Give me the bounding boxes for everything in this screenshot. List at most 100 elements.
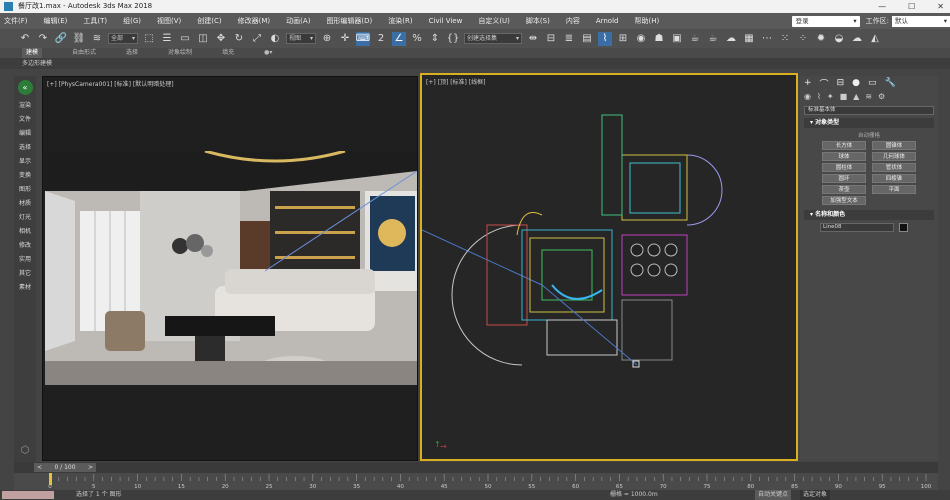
geosphere-button[interactable]: 几何球体 bbox=[872, 152, 916, 161]
hierarchy-tab-icon[interactable]: ⊟ bbox=[837, 78, 845, 88]
left-panel-lights[interactable]: 灯光 bbox=[19, 212, 31, 221]
keyboard-shortcut-override-icon[interactable]: ⌨ bbox=[356, 31, 370, 46]
menu-scripting[interactable]: 脚本(S) bbox=[526, 16, 550, 26]
time-slider[interactable]: 0 / 100 bbox=[34, 463, 96, 472]
utilities-tab-icon[interactable]: 🔧 bbox=[884, 78, 895, 88]
rendered-frame-window-icon[interactable]: ▣ bbox=[670, 32, 684, 46]
menu-animation[interactable]: 动画(A) bbox=[286, 16, 310, 26]
camera-viewport[interactable]: [+] [PhysCamera001] [标准] [默认明暗处理] bbox=[42, 76, 418, 461]
vray-icon[interactable]: ◭ bbox=[868, 32, 882, 46]
lights-icon[interactable]: ✦ bbox=[827, 92, 834, 101]
polygon-modeling-label[interactable]: 多边形建模 bbox=[22, 60, 52, 67]
named-selection-dropdown[interactable]: 创建选择集 bbox=[464, 33, 522, 44]
ribbon-tab-populate[interactable]: 填充 bbox=[222, 48, 234, 58]
torus-button[interactable]: 圆环 bbox=[822, 174, 866, 183]
menu-group[interactable]: 组(G) bbox=[123, 16, 141, 26]
menu-arnold[interactable]: Arnold bbox=[596, 17, 619, 25]
space-warps-icon[interactable]: ≋ bbox=[865, 92, 872, 101]
motion-tab-icon[interactable]: ● bbox=[852, 78, 860, 88]
left-panel-other[interactable]: 其它 bbox=[19, 268, 31, 277]
teapot-render-icon[interactable]: ◒ bbox=[832, 32, 846, 46]
rectangle-selection-icon[interactable]: ▭ bbox=[178, 32, 192, 46]
percent-snap-icon[interactable]: % bbox=[410, 32, 424, 46]
plugin-logo-icon[interactable]: « bbox=[17, 80, 33, 95]
plane-button[interactable]: 平面 bbox=[872, 185, 916, 194]
current-frame-marker[interactable] bbox=[49, 473, 52, 485]
left-panel-utility[interactable]: 实用 bbox=[19, 254, 31, 263]
modify-tab-icon[interactable]: ⌒ bbox=[820, 77, 829, 90]
name-color-rollout[interactable]: ▾ 名称和颜色 bbox=[804, 210, 934, 220]
toggle-ribbon-icon[interactable]: ▤ bbox=[580, 32, 594, 46]
maximize-button[interactable]: ☐ bbox=[908, 0, 915, 13]
ribbon-options-icon[interactable]: ●▾ bbox=[264, 48, 272, 58]
left-panel-render[interactable]: 渲染 bbox=[19, 100, 31, 109]
ribbon-tab-object-paint[interactable]: 对象绘制 bbox=[168, 48, 192, 58]
left-panel-camera[interactable]: 相机 bbox=[19, 226, 31, 235]
curve-editor-icon[interactable]: ⌇ bbox=[598, 31, 612, 46]
minimize-button[interactable]: — bbox=[878, 0, 886, 13]
shapes-icon[interactable]: ⌇ bbox=[817, 92, 821, 101]
global-illumination-icon[interactable]: ✹ bbox=[814, 32, 828, 46]
left-panel-edit[interactable]: 编辑 bbox=[19, 128, 31, 137]
menu-views[interactable]: 视图(V) bbox=[157, 16, 181, 26]
menu-modifiers[interactable]: 修改器(M) bbox=[238, 16, 271, 26]
render-in-cloud-icon[interactable]: ☁ bbox=[724, 32, 738, 46]
place-icon[interactable]: ◐ bbox=[268, 32, 282, 46]
settings-gear-icon[interactable]: ⬡ bbox=[21, 445, 30, 456]
spinner-snap-icon[interactable]: ⇕ bbox=[428, 32, 442, 46]
menu-civil-view[interactable]: Civil View bbox=[429, 17, 463, 25]
menu-edit[interactable]: 编辑(E) bbox=[44, 16, 68, 26]
create-tab-icon[interactable]: + bbox=[804, 78, 812, 88]
sphere-button[interactable]: 球体 bbox=[822, 152, 866, 161]
object-color-swatch[interactable] bbox=[899, 223, 908, 232]
geometry-icon[interactable]: ◉ bbox=[804, 92, 811, 101]
undo-icon[interactable]: ↶ bbox=[18, 32, 32, 46]
left-panel-file[interactable]: 文件 bbox=[19, 114, 31, 123]
dotted-selection-icon[interactable]: ⁘ bbox=[796, 32, 810, 46]
top-viewport[interactable]: [+] [顶] [标准] [线框] ↑ → bbox=[420, 73, 798, 461]
window-crossing-icon[interactable]: ◫ bbox=[196, 32, 210, 46]
a360-gallery-icon[interactable]: ▦ bbox=[742, 32, 756, 46]
teapot-button[interactable]: 茶壶 bbox=[822, 185, 866, 194]
object-name-input[interactable]: Line08 bbox=[820, 223, 894, 232]
redo-icon[interactable]: ↷ bbox=[36, 32, 50, 46]
close-button[interactable]: ✕ bbox=[937, 0, 944, 13]
selection-filter-dropdown[interactable]: 全部 bbox=[108, 33, 138, 44]
scale-icon[interactable]: ⤢ bbox=[250, 32, 264, 46]
ribbon-tab-modeling[interactable]: 建模 bbox=[22, 48, 43, 58]
left-panel-shapes[interactable]: 图形 bbox=[19, 184, 31, 193]
left-panel-assets[interactable]: 素材 bbox=[19, 282, 31, 291]
select-object-icon[interactable]: ⬚ bbox=[142, 32, 156, 46]
tube-button[interactable]: 管状体 bbox=[872, 163, 916, 172]
selected-key-dropdown[interactable]: 选定对象 bbox=[800, 490, 831, 500]
left-panel-display[interactable]: 显示 bbox=[19, 156, 31, 165]
left-panel-modify[interactable]: 修改 bbox=[19, 240, 31, 249]
angle-snap-icon[interactable]: ∠ bbox=[392, 31, 406, 46]
mirror-icon[interactable]: ⇹ bbox=[526, 32, 540, 46]
menu-customize[interactable]: 自定义(U) bbox=[478, 16, 510, 26]
ribbon-tab-selection[interactable]: 选择 bbox=[126, 48, 138, 58]
menu-help[interactable]: 帮助(H) bbox=[634, 16, 659, 26]
cylinder-button[interactable]: 圆柱体 bbox=[822, 163, 866, 172]
reference-coord-dropdown[interactable]: 视图 bbox=[286, 33, 316, 44]
material-editor-icon[interactable]: ◉ bbox=[634, 32, 648, 46]
menu-content[interactable]: 内容 bbox=[566, 16, 580, 26]
layer-explorer-icon[interactable]: ≣ bbox=[562, 32, 576, 46]
display-tab-icon[interactable]: ▭ bbox=[868, 78, 877, 88]
cone-button[interactable]: 圆锥体 bbox=[872, 141, 916, 150]
schematic-view-icon[interactable]: ⊞ bbox=[616, 32, 630, 46]
menu-create[interactable]: 创建(C) bbox=[197, 16, 221, 26]
object-type-rollout[interactable]: ▾ 对象类型 bbox=[804, 118, 934, 128]
select-manipulate-icon[interactable]: ✛ bbox=[338, 32, 352, 46]
menu-rendering[interactable]: 渲染(R) bbox=[388, 16, 412, 26]
align-icon[interactable]: ⊟ bbox=[544, 32, 558, 46]
box-button[interactable]: 长方体 bbox=[822, 141, 866, 150]
helpers-icon[interactable]: ▲ bbox=[853, 92, 859, 101]
systems-icon[interactable]: ⚙ bbox=[878, 92, 885, 101]
render-setup-icon[interactable]: ☗ bbox=[652, 32, 666, 46]
left-panel-material[interactable]: 材质 bbox=[19, 198, 31, 207]
menu-tools[interactable]: 工具(T) bbox=[83, 16, 107, 26]
pyramid-button[interactable]: 四棱锥 bbox=[872, 174, 916, 183]
time-slider-track[interactable]: 0 / 100 bbox=[14, 462, 938, 473]
menu-graph-editors[interactable]: 图形编辑器(D) bbox=[326, 16, 372, 26]
